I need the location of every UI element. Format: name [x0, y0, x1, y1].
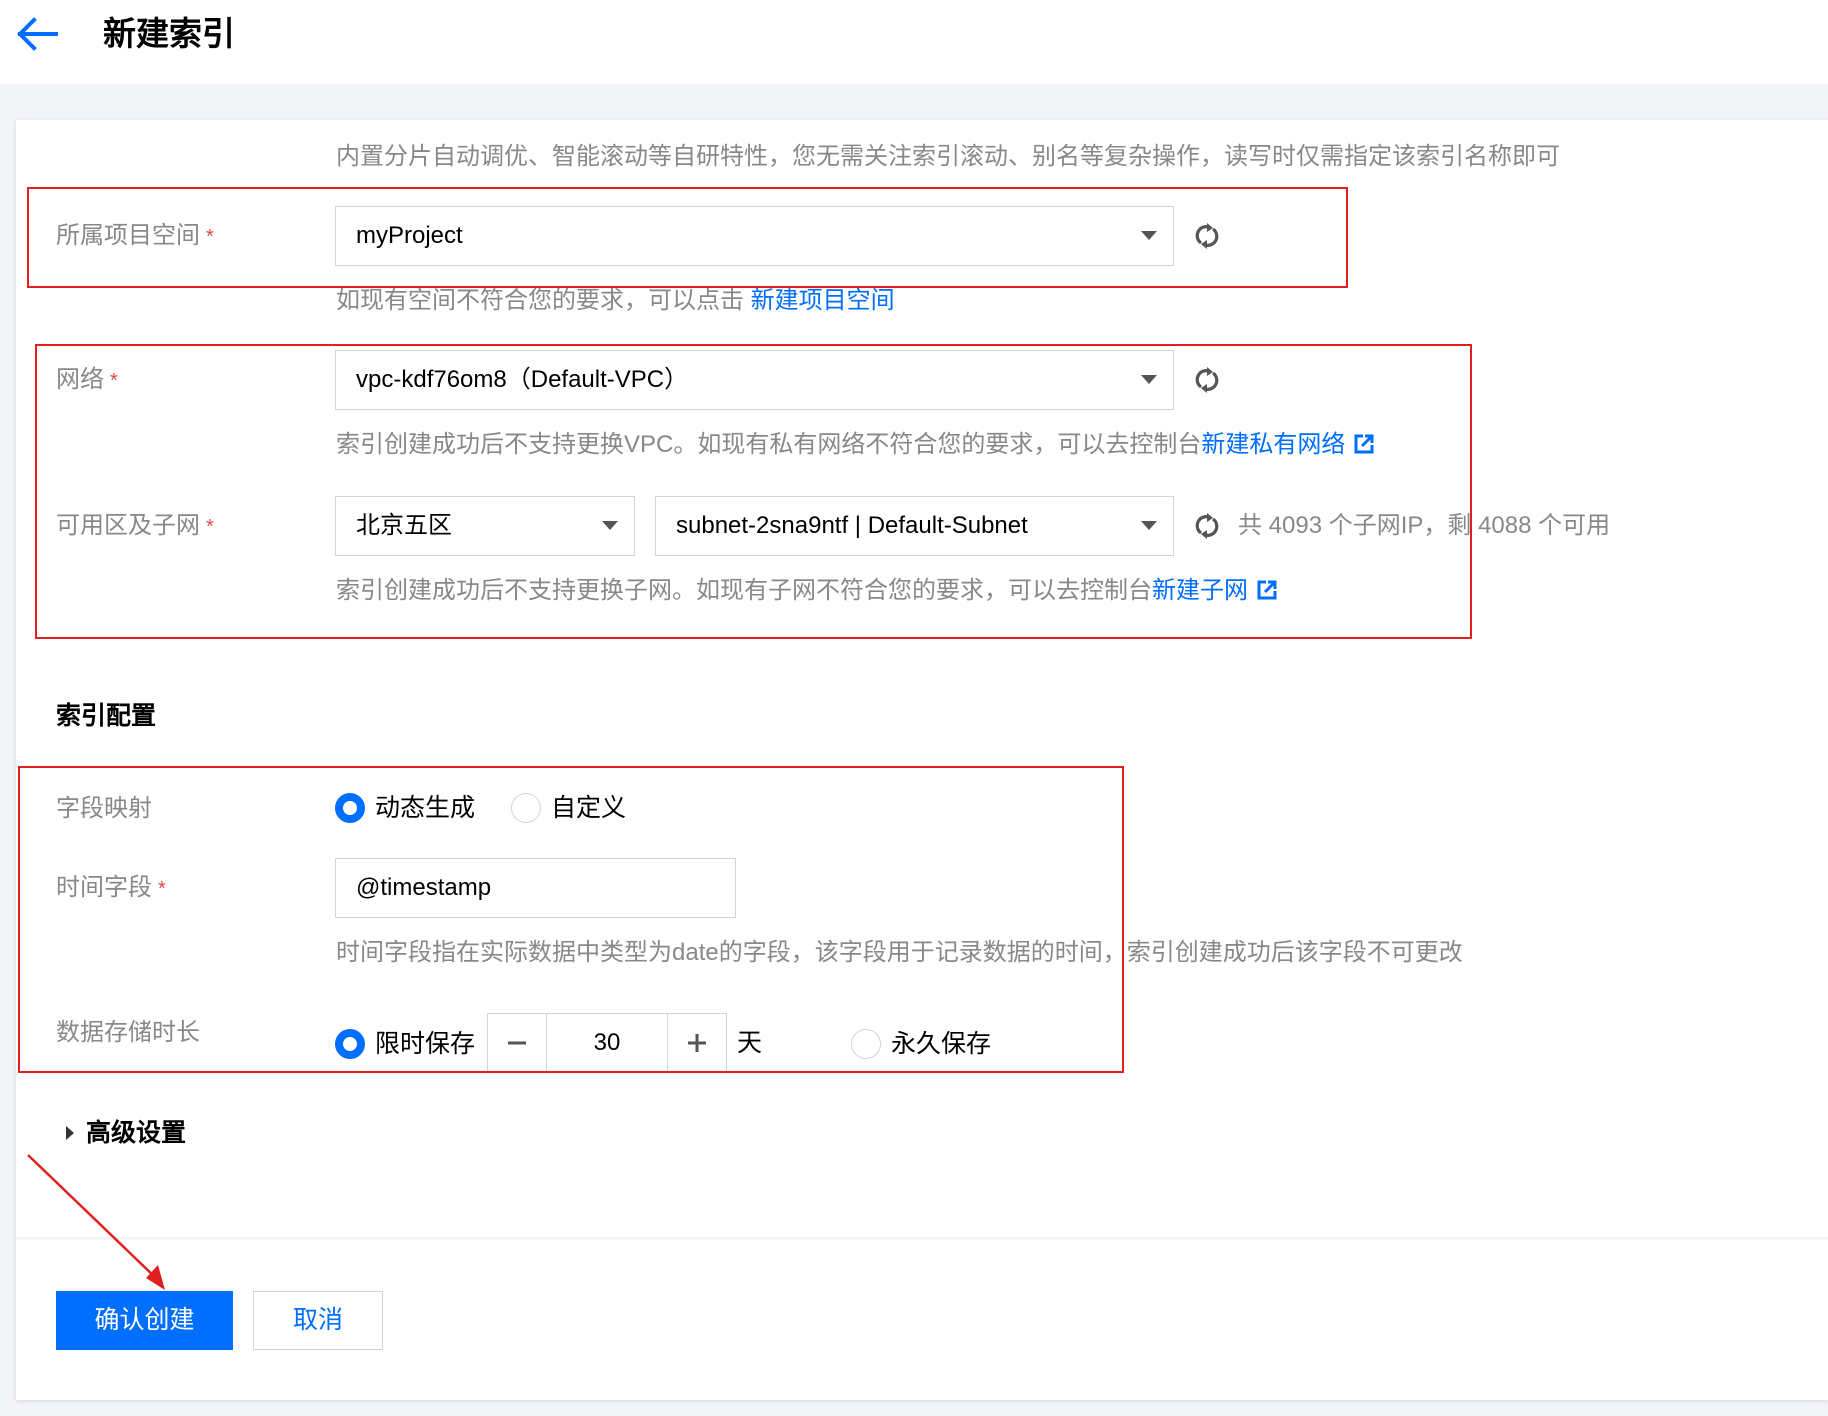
retention-permanent-radio: 永久保存 [851, 1028, 991, 1060]
retention-limited-radio: 限时保存 [335, 1028, 475, 1060]
chevron-down-icon [1141, 231, 1157, 240]
vpc-select[interactable]: vpc-kdf76om8（Default-VPC） [335, 350, 1174, 410]
zone-label: 可用区及子网 * [56, 512, 214, 539]
radio-limited[interactable]: 限时保存 [335, 1028, 475, 1060]
subnet-select[interactable]: subnet-2sna9ntf | Default-Subnet [655, 496, 1174, 556]
retention-label: 数据存储时长 [56, 1019, 200, 1046]
radio-unchecked-icon [511, 793, 542, 823]
required-mark: * [206, 516, 214, 538]
radio-permanent[interactable]: 永久保存 [851, 1028, 991, 1060]
create-subnet-link[interactable]: 新建子网 [1152, 577, 1248, 604]
required-mark: * [158, 878, 166, 900]
form-card [16, 120, 1828, 1400]
refresh-icon[interactable] [1192, 221, 1222, 251]
retention-days-stepper: 30 天 [487, 1013, 762, 1073]
zone-select[interactable]: 北京五区 [335, 496, 635, 556]
subnet-help: 索引创建成功后不支持更换子网。如现有子网不符合您的要求，可以去控制台新建子网 [336, 575, 1278, 607]
subnet-ip-info: 共 4093 个子网IP，剩 4088 个可用 [1238, 512, 1611, 539]
chevron-down-icon [1141, 375, 1157, 384]
external-link-icon[interactable] [1256, 579, 1278, 601]
back-arrow-icon[interactable] [14, 14, 58, 54]
radio-dynamic[interactable]: 动态生成 [335, 792, 475, 824]
advanced-settings-toggle[interactable]: 高级设置 [66, 1117, 186, 1149]
radio-unchecked-icon [851, 1029, 881, 1059]
field-mapping-radio-group: 动态生成 自定义 [335, 792, 626, 824]
confirm-create-button[interactable]: 确认创建 [56, 1291, 233, 1350]
index-config-title: 索引配置 [56, 702, 157, 730]
footer-divider [16, 1237, 1828, 1240]
chevron-down-icon [602, 521, 618, 530]
create-vpc-link[interactable]: 新建私有网络 [1201, 431, 1345, 458]
network-help: 索引创建成功后不支持更换VPC。如现有私有网络不符合您的要求，可以去控制台新建私… [336, 429, 1375, 461]
external-link-icon[interactable] [1353, 433, 1375, 455]
required-mark: * [110, 370, 118, 392]
field-mapping-label: 字段映射 [56, 795, 152, 822]
radio-custom[interactable]: 自定义 [511, 792, 626, 824]
project-select[interactable]: myProject [335, 206, 1174, 266]
retention-days-input[interactable]: 30 [547, 1013, 667, 1073]
radio-checked-icon [335, 793, 365, 823]
minus-icon [508, 1041, 526, 1045]
page-header: 新建索引 [0, 0, 1828, 84]
caret-right-icon [66, 1126, 74, 1140]
create-project-link[interactable]: 新建项目空间 [751, 287, 895, 314]
refresh-icon[interactable] [1192, 365, 1222, 395]
time-field-label: 时间字段 * [56, 874, 166, 901]
refresh-icon[interactable] [1192, 511, 1222, 541]
project-label: 所属项目空间 * [56, 222, 214, 249]
cancel-button[interactable]: 取消 [253, 1291, 383, 1350]
minus-button[interactable] [487, 1013, 547, 1073]
radio-checked-icon [335, 1029, 365, 1059]
intro-text: 内置分片自动调优、智能滚动等自研特性，您无需关注索引滚动、别名等复杂操作，读写时… [336, 143, 1560, 170]
days-unit: 天 [737, 1029, 763, 1057]
time-field-help: 时间字段指在实际数据中类型为date的字段，该字段用于记录数据的时间，索引创建成… [336, 939, 1463, 966]
project-help: 如现有空间不符合您的要求，可以点击 新建项目空间 [336, 287, 895, 314]
time-field-input[interactable]: @timestamp [335, 858, 736, 918]
page-title: 新建索引 [103, 15, 235, 52]
chevron-down-icon [1141, 521, 1157, 530]
plus-icon [688, 1034, 706, 1052]
network-label: 网络 * [56, 366, 118, 393]
required-mark: * [206, 226, 214, 248]
plus-button[interactable] [667, 1013, 727, 1073]
